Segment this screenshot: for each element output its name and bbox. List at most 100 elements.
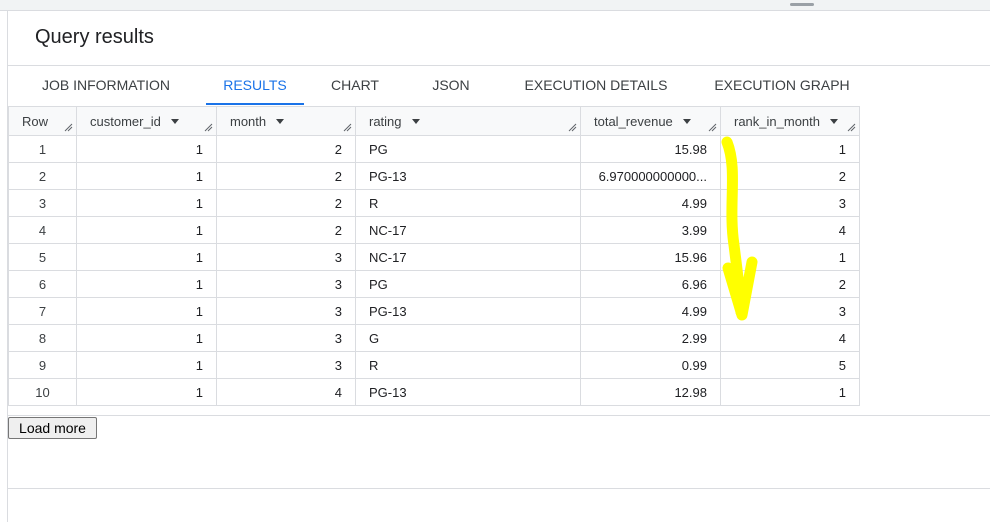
tab-json[interactable]: JSON	[428, 66, 474, 104]
cell-customer-id[interactable]: 1	[76, 189, 217, 217]
table-row: 5 1 3 NC-17 15.96 1	[8, 243, 860, 271]
cell-rating[interactable]: G	[355, 324, 581, 352]
cell-rank-in-month[interactable]: 1	[720, 243, 860, 271]
cell-rank-in-month[interactable]: 1	[720, 135, 860, 163]
cell-total-revenue[interactable]: 4.99	[580, 297, 721, 325]
cell-rank-in-month[interactable]: 4	[720, 324, 860, 352]
cell-total-revenue[interactable]: 12.98	[580, 378, 721, 406]
table-row: 10 1 4 PG-13 12.98 1	[8, 378, 860, 406]
table-row: 6 1 3 PG 6.96 2	[8, 270, 860, 298]
cell-total-revenue[interactable]: 4.99	[580, 189, 721, 217]
column-resize-icon[interactable]	[343, 123, 352, 132]
column-resize-icon[interactable]	[847, 123, 856, 132]
caret-down-icon[interactable]	[276, 118, 285, 124]
cell-customer-id[interactable]: 1	[76, 135, 217, 163]
row-number: 10	[8, 378, 77, 406]
column-header-total-revenue[interactable]: total_revenue	[580, 106, 721, 136]
tab-job-information[interactable]: JOB INFORMATION	[26, 66, 186, 104]
column-header-label: total_revenue	[594, 113, 673, 129]
cell-rank-in-month[interactable]: 4	[720, 216, 860, 244]
cell-rating[interactable]: PG-13	[355, 297, 581, 325]
tab-results[interactable]: RESULTS	[206, 66, 304, 104]
column-resize-icon[interactable]	[64, 123, 73, 132]
cell-rank-in-month[interactable]: 3	[720, 297, 860, 325]
table-row: 7 1 3 PG-13 4.99 3	[8, 297, 860, 325]
cell-total-revenue[interactable]: 2.99	[580, 324, 721, 352]
cell-rating[interactable]: R	[355, 189, 581, 217]
column-header-label: Row	[22, 113, 49, 129]
cell-total-revenue[interactable]: 6.970000000000...	[580, 162, 721, 190]
tab-execution-details[interactable]: EXECUTION DETAILS	[516, 66, 676, 104]
column-header-customer-id[interactable]: customer_id	[76, 106, 217, 136]
row-number: 7	[8, 297, 77, 325]
cell-rank-in-month[interactable]: 2	[720, 162, 860, 190]
top-panel-strip	[0, 0, 990, 11]
cell-customer-id[interactable]: 1	[76, 216, 217, 244]
table-row: 4 1 2 NC-17 3.99 4	[8, 216, 860, 244]
cell-rating[interactable]: PG-13	[355, 162, 581, 190]
caret-down-icon[interactable]	[170, 118, 179, 124]
cell-rank-in-month[interactable]: 1	[720, 378, 860, 406]
table-row: 3 1 2 R 4.99 3	[8, 189, 860, 217]
tab-chart[interactable]: CHART	[324, 66, 386, 104]
cell-month[interactable]: 3	[216, 270, 356, 298]
cell-total-revenue[interactable]: 0.99	[580, 351, 721, 379]
column-header-label: month	[230, 113, 267, 129]
cell-month[interactable]: 2	[216, 135, 356, 163]
cell-total-revenue[interactable]: 15.96	[580, 243, 721, 271]
table-row: 1 1 2 PG 15.98 1	[8, 135, 860, 163]
cell-month[interactable]: 2	[216, 216, 356, 244]
bottom-divider	[8, 488, 990, 489]
row-number: 6	[8, 270, 77, 298]
cell-customer-id[interactable]: 1	[76, 297, 217, 325]
column-header-label: rating	[369, 113, 402, 129]
cell-total-revenue[interactable]: 3.99	[580, 216, 721, 244]
cell-month[interactable]: 2	[216, 162, 356, 190]
column-resize-icon[interactable]	[708, 123, 717, 132]
column-header-label: customer_id	[90, 113, 161, 129]
row-number: 3	[8, 189, 77, 217]
cell-rating[interactable]: NC-17	[355, 243, 581, 271]
cell-total-revenue[interactable]: 6.96	[580, 270, 721, 298]
load-more-button[interactable]: Load more	[8, 417, 97, 439]
column-header-row[interactable]: Row	[8, 106, 77, 136]
drag-handle-icon[interactable]	[790, 3, 814, 6]
cell-customer-id[interactable]: 1	[76, 243, 217, 271]
cell-customer-id[interactable]: 1	[76, 351, 217, 379]
cell-month[interactable]: 3	[216, 243, 356, 271]
cell-month[interactable]: 3	[216, 297, 356, 325]
cell-month[interactable]: 2	[216, 189, 356, 217]
cell-month[interactable]: 3	[216, 351, 356, 379]
cell-rating[interactable]: PG	[355, 270, 581, 298]
cell-customer-id[interactable]: 1	[76, 162, 217, 190]
cell-rating[interactable]: NC-17	[355, 216, 581, 244]
caret-down-icon[interactable]	[682, 118, 691, 124]
column-header-rating[interactable]: rating	[355, 106, 581, 136]
column-resize-icon[interactable]	[568, 123, 577, 132]
cell-customer-id[interactable]: 1	[76, 270, 217, 298]
results-tabs: JOB INFORMATION RESULTS CHART JSON EXECU…	[8, 66, 990, 106]
row-number: 8	[8, 324, 77, 352]
cell-month[interactable]: 3	[216, 324, 356, 352]
cell-rank-in-month[interactable]: 5	[720, 351, 860, 379]
caret-down-icon[interactable]	[830, 118, 838, 124]
cell-customer-id[interactable]: 1	[76, 324, 217, 352]
cell-total-revenue[interactable]: 15.98	[580, 135, 721, 163]
cell-month[interactable]: 4	[216, 378, 356, 406]
cell-customer-id[interactable]: 1	[76, 378, 217, 406]
caret-down-icon[interactable]	[411, 118, 420, 124]
results-table: Row customer_id month rating total_reven…	[8, 106, 860, 406]
table-header-row: Row customer_id month rating total_reven…	[8, 106, 860, 136]
tab-execution-graph[interactable]: EXECUTION GRAPH	[708, 66, 856, 104]
row-number: 2	[8, 162, 77, 190]
column-header-month[interactable]: month	[216, 106, 356, 136]
cell-rating[interactable]: R	[355, 351, 581, 379]
row-number: 5	[8, 243, 77, 271]
cell-rating[interactable]: PG-13	[355, 378, 581, 406]
cell-rank-in-month[interactable]: 2	[720, 270, 860, 298]
cell-rating[interactable]: PG	[355, 135, 581, 163]
column-header-rank-in-month[interactable]: rank_in_month	[720, 106, 860, 136]
column-resize-icon[interactable]	[204, 123, 213, 132]
table-row: 2 1 2 PG-13 6.970000000000... 2	[8, 162, 860, 190]
cell-rank-in-month[interactable]: 3	[720, 189, 860, 217]
